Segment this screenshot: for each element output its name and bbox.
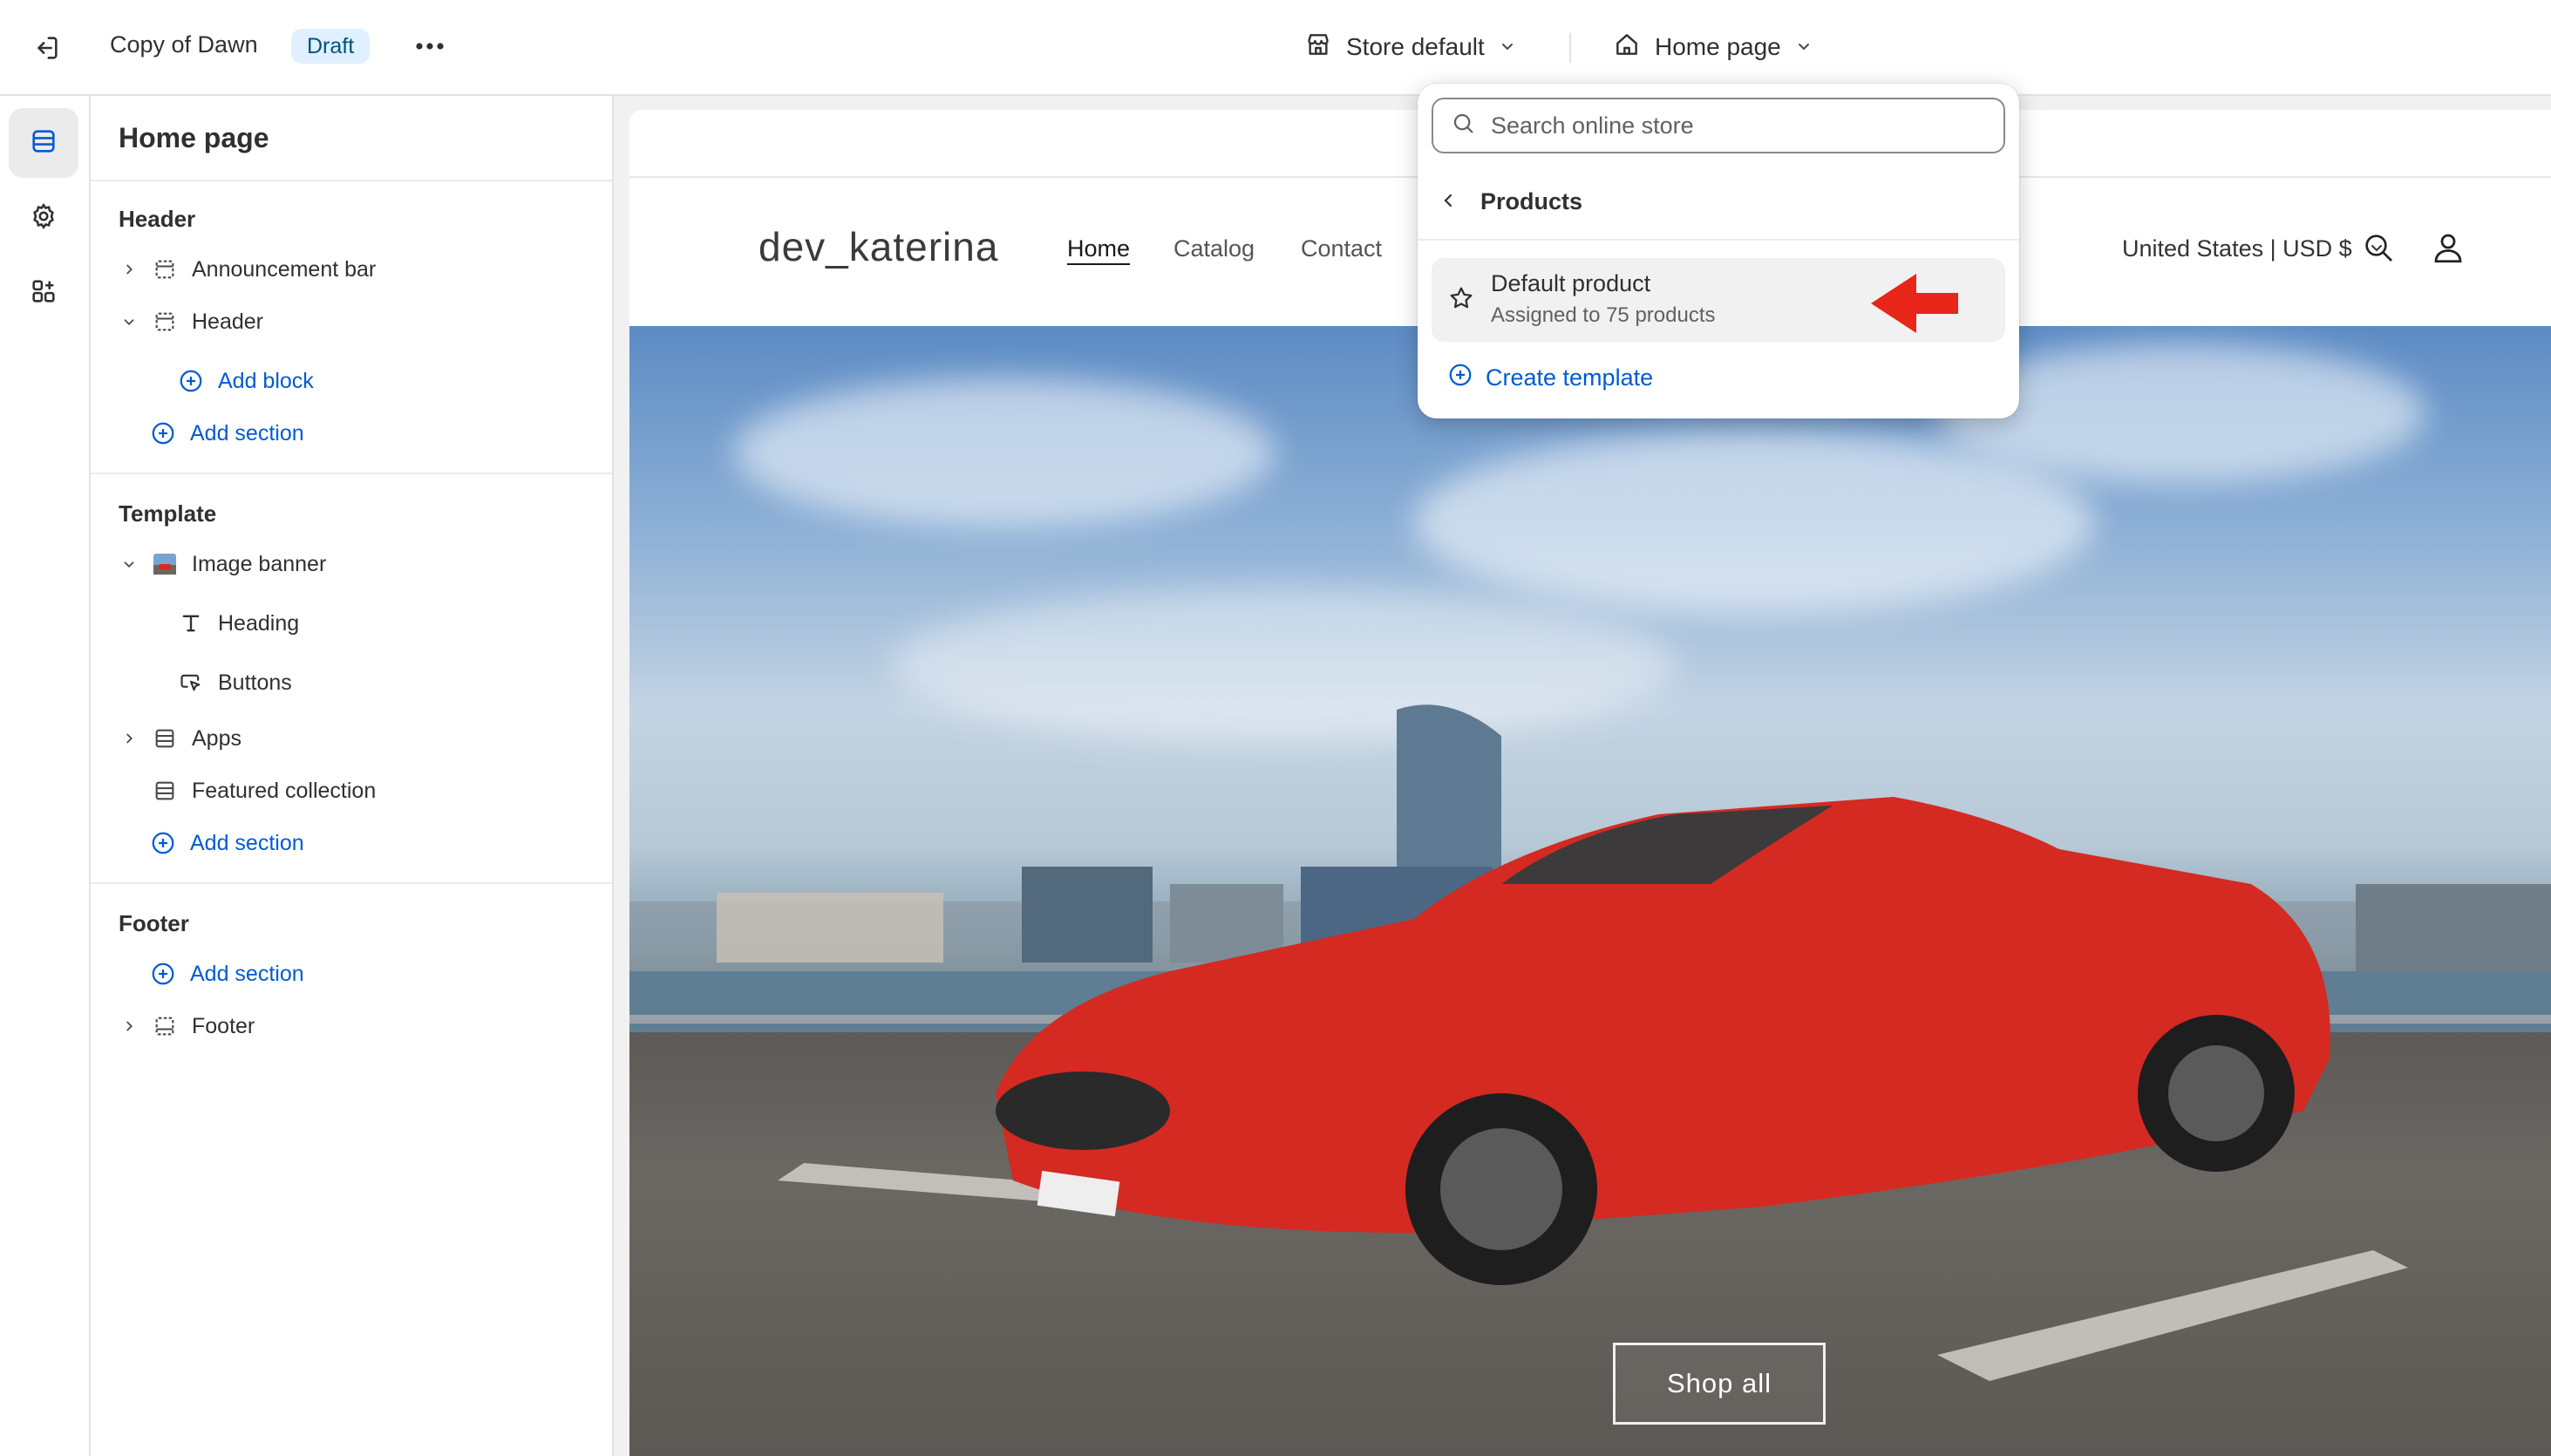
- section-label: Image banner: [192, 551, 327, 576]
- banner-scene: [629, 704, 2551, 1381]
- search-field[interactable]: [1432, 98, 2005, 153]
- apps-icon: [29, 276, 58, 310]
- page-selector-dropdown: Products Default product Assigned to 75 …: [1418, 84, 2019, 418]
- section-footer[interactable]: Footer: [119, 1004, 255, 1048]
- block-label: Heading: [218, 610, 300, 636]
- section-label: Announcement bar: [192, 256, 377, 282]
- store-icon: [1304, 31, 1332, 65]
- sidebar-title: Home page: [119, 122, 269, 153]
- chevron-down-icon[interactable]: [119, 554, 139, 575]
- add-block-label: Add block: [218, 368, 314, 393]
- section-label: Header: [192, 309, 263, 334]
- section-featured-collection[interactable]: Featured collection: [152, 769, 376, 813]
- block-heading[interactable]: Heading: [178, 602, 299, 645]
- image-thumbnail-icon: [152, 551, 178, 577]
- section-announcement-bar[interactable]: Announcement bar: [119, 248, 376, 291]
- nav-home[interactable]: Home: [1067, 235, 1130, 262]
- section-header[interactable]: Header: [119, 300, 263, 344]
- app-embeds-tab[interactable]: [9, 258, 78, 328]
- store-logo[interactable]: dev_katerina: [758, 223, 998, 270]
- page-selector-label: Home page: [1655, 33, 1781, 60]
- shop-all-button[interactable]: Shop all: [1613, 1343, 1826, 1425]
- divider: [1418, 239, 2019, 241]
- more-actions-button[interactable]: [410, 29, 450, 64]
- group-title-header: Header: [119, 206, 196, 232]
- template-subtitle: Assigned to 75 products: [1491, 303, 1716, 327]
- plus-circle-icon: [1447, 362, 1473, 394]
- image-banner[interactable]: Shop all: [629, 326, 2551, 1456]
- account-icon[interactable]: [2429, 228, 2467, 267]
- nav-catalog[interactable]: Catalog: [1173, 235, 1255, 262]
- chevron-down-icon: [1499, 33, 1516, 61]
- left-rail: [0, 96, 91, 1456]
- create-template-button[interactable]: Create template: [1447, 356, 1653, 399]
- section-apps[interactable]: Apps: [119, 717, 241, 760]
- group-title-footer: Footer: [119, 910, 189, 936]
- block-label: Buttons: [218, 670, 292, 695]
- divider: [91, 473, 612, 474]
- divider: [91, 180, 612, 181]
- theme-settings-tab[interactable]: [9, 183, 78, 253]
- create-template-label: Create template: [1486, 364, 1654, 391]
- chevron-right-icon[interactable]: [119, 1016, 139, 1037]
- red-arrow-annotation: [1867, 270, 1963, 341]
- section-label: Footer: [192, 1013, 255, 1038]
- back-label: Products: [1480, 187, 1583, 214]
- chevron-right-icon[interactable]: [119, 728, 139, 749]
- template-option-default-product[interactable]: Default product Assigned to 75 products: [1432, 258, 2005, 342]
- top-bar: Copy of Dawn Draft Store default Home pa…: [0, 0, 2551, 96]
- add-block-button[interactable]: Add block: [178, 359, 314, 403]
- chevron-left-icon: [1440, 188, 1458, 215]
- section-image-banner[interactable]: Image banner: [119, 542, 326, 586]
- header-section-icon: [152, 256, 178, 282]
- store-context-selector[interactable]: Store default: [1304, 26, 1516, 68]
- divider: [91, 882, 612, 884]
- chevron-down-icon: [1795, 33, 1813, 61]
- search-input[interactable]: [1491, 112, 1979, 139]
- chevron-right-icon[interactable]: [119, 259, 139, 280]
- country-selector[interactable]: United States | USD $: [2122, 235, 2385, 262]
- add-section-label: Add section: [190, 830, 304, 855]
- add-section-label: Add section: [190, 961, 304, 986]
- text-icon: [178, 610, 204, 636]
- theme-name: Copy of Dawn: [110, 31, 258, 58]
- sections-icon: [29, 126, 58, 160]
- sections-tab[interactable]: [9, 108, 78, 178]
- back-to-products-button[interactable]: Products: [1440, 180, 1582, 223]
- plus-circle-icon: [178, 368, 204, 394]
- add-section-button-footer[interactable]: Add section: [150, 952, 304, 996]
- footer-section-icon: [152, 1013, 178, 1039]
- plus-circle-icon: [150, 961, 176, 987]
- gear-icon: [29, 201, 58, 235]
- draft-badge: Draft: [291, 29, 371, 64]
- add-section-label: Add section: [190, 420, 304, 446]
- section-label: Apps: [192, 725, 241, 751]
- search-icon[interactable]: [2359, 228, 2398, 267]
- store-context-label: Store default: [1346, 33, 1485, 60]
- add-section-button-template[interactable]: Add section: [150, 821, 304, 865]
- star-icon: [1447, 284, 1475, 316]
- search-icon: [1451, 111, 1477, 141]
- section-label: Featured collection: [192, 778, 377, 803]
- plus-circle-icon: [150, 420, 176, 446]
- add-section-button-header[interactable]: Add section: [150, 412, 304, 455]
- chevron-down-icon[interactable]: [119, 311, 139, 332]
- template-name: Default product: [1491, 270, 1651, 296]
- section-icon: [152, 725, 178, 752]
- page-selector[interactable]: Home page: [1613, 26, 1813, 68]
- nav-contact[interactable]: Contact: [1301, 235, 1382, 262]
- plus-circle-icon: [150, 830, 176, 856]
- country-label: United States | USD $: [2122, 235, 2352, 262]
- group-title-template: Template: [119, 500, 217, 527]
- sections-sidebar: Home page Header Announcement bar Header…: [91, 96, 614, 1456]
- section-icon: [152, 778, 178, 804]
- exit-icon[interactable]: [28, 30, 65, 66]
- divider: [1569, 33, 1571, 63]
- button-cursor-icon: [178, 670, 204, 696]
- block-buttons[interactable]: Buttons: [178, 661, 292, 704]
- home-icon: [1613, 31, 1641, 65]
- header-section-icon: [152, 309, 178, 335]
